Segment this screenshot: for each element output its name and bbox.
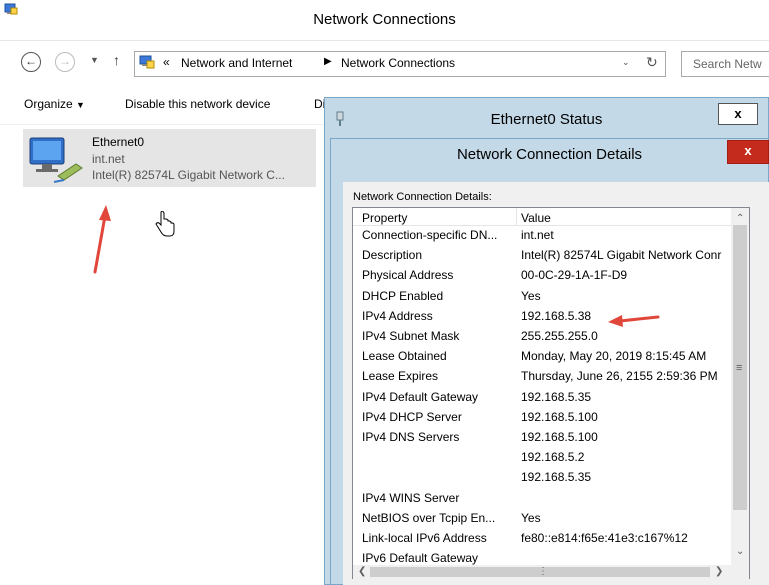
- breadcrumb-separator-icon: ▶: [324, 56, 332, 67]
- property-cell: Description: [362, 248, 423, 263]
- table-row[interactable]: Link-local IPv6 Address fe80::e814:f65e:4…: [353, 529, 731, 549]
- property-cell: Lease Obtained: [362, 349, 447, 364]
- table-row[interactable]: Lease Expires Thursday, June 26, 2155 2:5…: [353, 367, 731, 387]
- column-divider[interactable]: [516, 208, 517, 225]
- value-cell: 192.168.5.100: [521, 430, 598, 444]
- value-cell: 192.168.5.38: [521, 308, 592, 323]
- organize-menu[interactable]: Organize ▼: [24, 97, 85, 111]
- column-header-value[interactable]: Value: [521, 211, 551, 225]
- value-cell: Thursday, June 26, 2155 2:59:36 PM: [521, 369, 718, 384]
- property-cell: IPv4 Subnet Mask: [362, 329, 460, 343]
- window-title: Network Connections: [313, 11, 456, 28]
- adapter-domain: int.net: [92, 152, 125, 166]
- adapter-description: Intel(R) 82574L Gigabit Network C...: [92, 168, 285, 182]
- property-cell: Link-local IPv6 Address: [362, 531, 487, 545]
- table-row[interactable]: DHCP Enabled Yes: [353, 287, 731, 307]
- value-cell: int.net: [521, 228, 554, 242]
- up-icon[interactable]: ↑: [113, 52, 120, 68]
- details-dialog-close-button[interactable]: x: [727, 140, 769, 164]
- table-row[interactable]: IPv4 DNS Servers 192.168.5.100: [353, 428, 731, 448]
- search-input[interactable]: Search Netw: [681, 51, 769, 77]
- value-cell: 00-0C-29-1A-1F-D9: [521, 268, 628, 283]
- property-cell: Connection-specific DN...: [362, 228, 498, 242]
- value-cell: Yes: [521, 288, 541, 303]
- network-folder-icon: [139, 55, 155, 69]
- scroll-left-arrow-icon[interactable]: ❮: [358, 566, 366, 577]
- property-cell: IPv4 DHCP Server: [362, 409, 462, 424]
- horizontal-scroll-grip-icon: ⋮: [538, 566, 548, 577]
- details-dialog-title: Network Connection Details: [456, 146, 643, 163]
- forward-icon[interactable]: →: [55, 52, 75, 72]
- value-cell: Monday, May 20, 2019 8:15:45 AM: [521, 349, 707, 364]
- address-dropdown-chevron-icon[interactable]: ⌄: [622, 57, 630, 68]
- property-cell: IPv4 WINS Server: [362, 490, 460, 505]
- value-cell: 255.255.255.0: [521, 329, 598, 343]
- value-cell: 192.168.5.35: [521, 470, 592, 485]
- annotation-arrow-up-icon: [93, 205, 111, 274]
- scroll-grip-icon: ≡: [736, 362, 743, 374]
- value-cell: Intel(R) 82574L Gigabit Network Conr: [521, 248, 722, 263]
- table-row[interactable]: Lease Obtained Monday, May 20, 2019 8:15:…: [353, 347, 731, 367]
- annotation-arrow-left-icon: [608, 315, 660, 327]
- details-label: Network Connection Details:: [353, 191, 492, 203]
- hand-cursor-icon: [155, 211, 175, 237]
- table-row[interactable]: Connection-specific DN... int.net: [353, 226, 731, 246]
- value-cell: 192.168.5.35: [521, 389, 592, 404]
- property-cell: IPv4 Default Gateway: [362, 389, 479, 404]
- breadcrumb-network-and-internet[interactable]: Network and Internet: [181, 56, 292, 70]
- list-body: Connection-specific DN... int.net Descript…: [353, 226, 731, 568]
- property-cell: IPv4 DNS Servers: [362, 430, 460, 444]
- refresh-icon[interactable]: ↻: [646, 54, 658, 71]
- value-cell: 192.168.5.2: [521, 450, 585, 465]
- table-row[interactable]: NetBIOS over Tcpip En... Yes: [353, 509, 731, 529]
- table-row[interactable]: 192.168.5.35: [353, 468, 731, 488]
- scroll-down-arrow-icon[interactable]: ⌄: [736, 546, 744, 557]
- adapter-name: Ethernet0: [92, 135, 145, 149]
- breadcrumb-overflow[interactable]: «: [163, 55, 170, 69]
- organize-chevron-icon: ▼: [76, 100, 85, 110]
- breadcrumb-network-connections[interactable]: Network Connections: [341, 56, 455, 70]
- scroll-right-arrow-icon[interactable]: ❯: [715, 566, 723, 577]
- search-placeholder: Search Netw: [693, 57, 762, 71]
- table-row[interactable]: 192.168.5.2: [353, 448, 731, 468]
- value-cell: fe80::e814:f65e:41e3:c167%12: [521, 531, 688, 545]
- scroll-up-arrow-icon[interactable]: ⌃: [736, 213, 744, 224]
- table-row[interactable]: IPv4 DHCP Server 192.168.5.100: [353, 408, 731, 428]
- disable-network-device-button[interactable]: Disable this network device: [125, 97, 270, 111]
- table-row[interactable]: Physical Address 00-0C-29-1A-1F-D9: [353, 266, 731, 286]
- table-row[interactable]: IPv4 Address 192.168.5.38: [353, 307, 731, 327]
- property-cell: IPv4 Address: [362, 308, 433, 323]
- table-row[interactable]: IPv4 Subnet Mask 255.255.255.0: [353, 327, 731, 347]
- table-row[interactable]: Description Intel(R) 82574L Gigabit Netwo…: [353, 246, 731, 266]
- property-cell: DHCP Enabled: [362, 288, 444, 303]
- ethernet-adapter-icon: [29, 137, 83, 183]
- table-row[interactable]: IPv4 Default Gateway 192.168.5.35: [353, 388, 731, 408]
- column-header-property[interactable]: Property: [362, 211, 407, 225]
- status-dialog-title: Ethernet0 Status: [490, 111, 603, 128]
- property-cell: IPv6 Default Gateway: [362, 551, 479, 566]
- property-cell: NetBIOS over Tcpip En...: [362, 510, 496, 525]
- status-dialog-close-button[interactable]: x: [718, 103, 758, 125]
- back-icon[interactable]: ←: [21, 52, 41, 72]
- scrollbar-corner: [731, 565, 749, 579]
- value-cell: Yes: [521, 510, 541, 525]
- value-cell: 192.168.5.100: [521, 409, 598, 424]
- table-row[interactable]: IPv4 WINS Server: [353, 489, 731, 509]
- recent-locations-chevron-icon[interactable]: ▼: [90, 55, 99, 65]
- property-cell: Physical Address: [362, 268, 454, 283]
- property-cell: Lease Expires: [362, 369, 439, 384]
